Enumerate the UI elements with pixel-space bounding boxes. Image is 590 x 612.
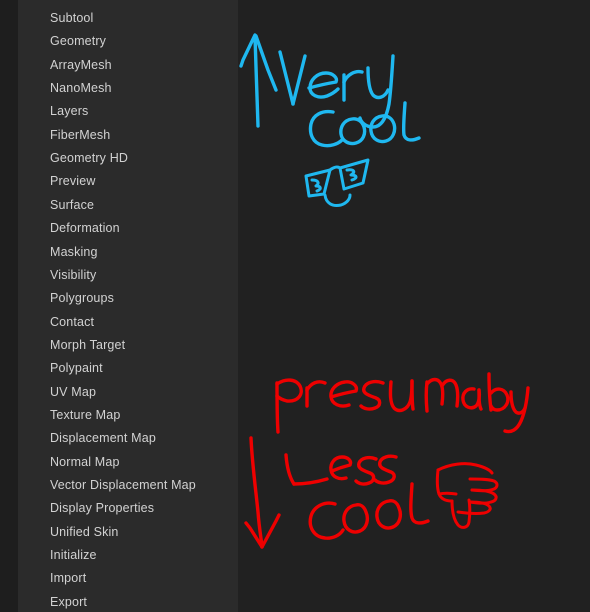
menu-item-arraymesh[interactable]: ArrayMesh (50, 55, 236, 75)
menu-item-deformation[interactable]: Deformation (50, 218, 236, 238)
menu-item-display-properties[interactable]: Display Properties (50, 498, 236, 518)
application-window: Subtool Geometry ArrayMesh NanoMesh Layers Fi… (0, 0, 590, 612)
menu-item-fibermesh[interactable]: FiberMesh (50, 125, 236, 145)
menu-item-geometry[interactable]: Geometry (50, 31, 236, 51)
menu-item-unified-skin[interactable]: Unified Skin (50, 522, 236, 542)
menu-item-preview[interactable]: Preview (50, 171, 236, 191)
menu-item-vector-displacement-map[interactable]: Vector Displacement Map (50, 475, 236, 495)
menu-item-geometry-hd[interactable]: Geometry HD (50, 148, 236, 168)
menu-item-initialize[interactable]: Initialize (50, 545, 236, 565)
menu-item-surface[interactable]: Surface (50, 195, 236, 215)
menu-item-masking[interactable]: Masking (50, 242, 236, 262)
menu-item-contact[interactable]: Contact (50, 312, 236, 332)
menu-item-displacement-map[interactable]: Displacement Map (50, 428, 236, 448)
menu-item-nanomesh[interactable]: NanoMesh (50, 78, 236, 98)
menu-item-uv-map[interactable]: UV Map (50, 382, 236, 402)
canvas-drawing-area[interactable] (238, 0, 590, 612)
menu-item-normal-map[interactable]: Normal Map (50, 452, 236, 472)
menu-item-visibility[interactable]: Visibility (50, 265, 236, 285)
menu-item-export[interactable]: Export (50, 592, 236, 612)
left-gutter-strip (0, 0, 18, 612)
menu-item-import[interactable]: Import (50, 568, 236, 588)
menu-item-morph-target[interactable]: Morph Target (50, 335, 236, 355)
menu-item-subtool[interactable]: Subtool (50, 8, 236, 28)
tool-palette-menu: Subtool Geometry ArrayMesh NanoMesh Layers Fi… (18, 0, 238, 612)
menu-item-texture-map[interactable]: Texture Map (50, 405, 236, 425)
menu-item-polygroups[interactable]: Polygroups (50, 288, 236, 308)
menu-item-polypaint[interactable]: Polypaint (50, 358, 236, 378)
menu-item-layers[interactable]: Layers (50, 101, 236, 121)
